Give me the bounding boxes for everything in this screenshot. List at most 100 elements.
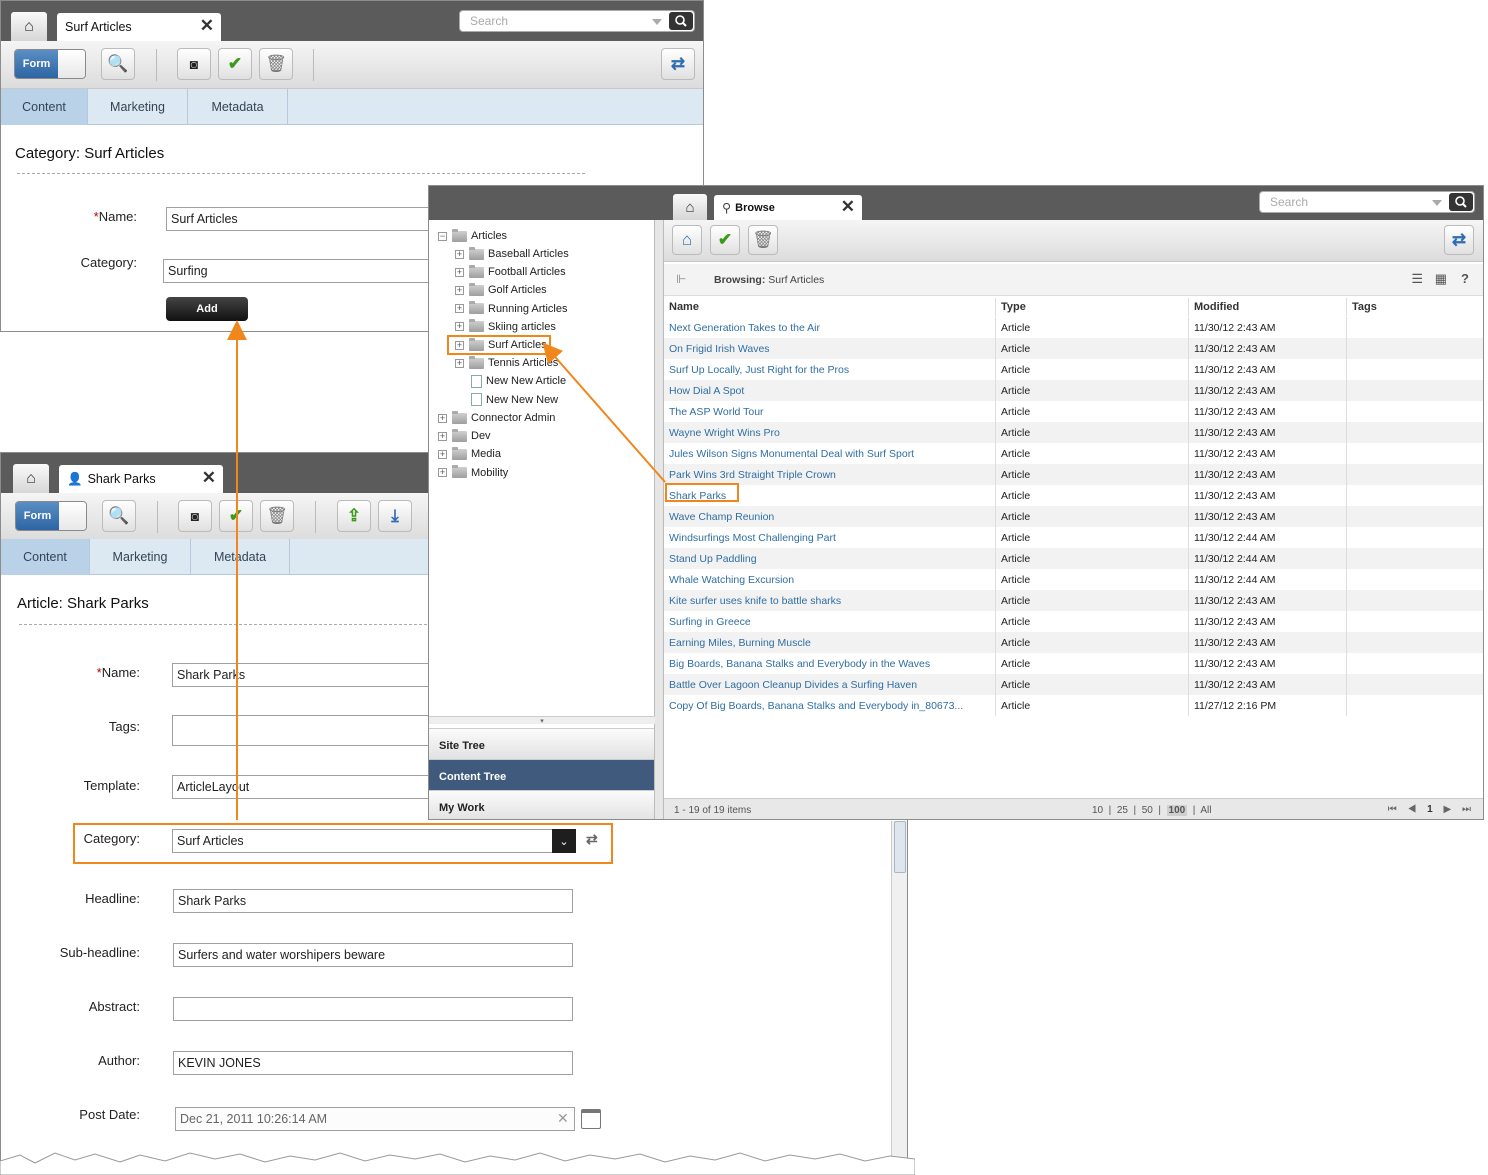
pagesize-50[interactable]: 50 bbox=[1142, 805, 1153, 816]
calendar-icon[interactable] bbox=[581, 1109, 601, 1129]
table-row[interactable]: Jules Wilson Signs Monumental Deal with … bbox=[664, 443, 1483, 464]
first-page-icon[interactable]: ⏮ bbox=[1388, 804, 1401, 815]
tree-item-root[interactable]: + Connector Admin bbox=[438, 410, 555, 426]
form-toggle[interactable]: Form bbox=[15, 501, 87, 531]
tab-marketing[interactable]: Marketing bbox=[88, 89, 188, 125]
collapse-toggle-icon[interactable]: − bbox=[438, 231, 447, 241]
splitter-handle[interactable]: ▾ bbox=[429, 716, 655, 725]
pagesize-all[interactable]: All bbox=[1200, 805, 1211, 816]
grid-view-icon[interactable]: ▦ bbox=[1435, 271, 1447, 287]
col-modified[interactable]: Modified bbox=[1189, 298, 1347, 316]
table-row[interactable]: Battle Over Lagoon Cleanup Divides a Sur… bbox=[664, 674, 1483, 695]
table-row[interactable]: Park Wins 3rd Straight Triple Crown Artic… bbox=[664, 464, 1483, 485]
add-button[interactable]: Add bbox=[166, 297, 248, 321]
cell-name[interactable]: Copy Of Big Boards, Banana Stalks and Ev… bbox=[664, 695, 996, 716]
tab-metadata[interactable]: Metadata bbox=[188, 89, 288, 125]
help-icon[interactable]: ? bbox=[1461, 271, 1469, 286]
search-icon[interactable] bbox=[1449, 193, 1473, 211]
cell-name[interactable]: The ASP World Tour bbox=[664, 401, 996, 422]
sync-icon[interactable]: ⇄ bbox=[586, 831, 598, 848]
close-icon[interactable]: ✕ bbox=[202, 469, 216, 486]
category-select[interactable]: Surf Articles bbox=[172, 829, 553, 853]
cell-name[interactable]: Earning Miles, Burning Muscle bbox=[664, 632, 996, 653]
name-field[interactable]: Shark Parks bbox=[172, 663, 432, 687]
cell-name[interactable]: Big Boards, Banana Stalks and Everybody … bbox=[664, 653, 996, 674]
table-row[interactable]: Next Generation Takes to the Air Article 1… bbox=[664, 317, 1483, 338]
publish-button[interactable]: ⇪ bbox=[337, 500, 371, 532]
last-page-icon[interactable]: ⏭ bbox=[1462, 804, 1475, 815]
find-button[interactable]: ◙ bbox=[178, 500, 212, 532]
home-button[interactable]: ⌂ bbox=[673, 194, 707, 220]
pagesize-100[interactable]: 100 bbox=[1166, 805, 1188, 816]
form-toggle[interactable]: Form bbox=[14, 49, 86, 79]
scrollbar-thumb[interactable] bbox=[894, 821, 906, 873]
cell-name[interactable]: Battle Over Lagoon Cleanup Divides a Sur… bbox=[664, 674, 996, 695]
expand-toggle-icon[interactable]: + bbox=[438, 468, 447, 478]
tree-item-child[interactable]: New New New bbox=[471, 392, 558, 408]
table-row[interactable]: Kite surfer uses knife to battle sharks A… bbox=[664, 590, 1483, 611]
cell-name[interactable]: Wave Champ Reunion bbox=[664, 506, 996, 527]
table-row[interactable]: Shark Parks Article 11/30/12 2:43 AM bbox=[664, 485, 1483, 506]
expand-toggle-icon[interactable]: + bbox=[455, 249, 464, 259]
cell-name[interactable]: Park Wins 3rd Straight Triple Crown bbox=[664, 464, 996, 485]
tree-item-child[interactable]: + Football Articles bbox=[455, 264, 566, 280]
cell-name[interactable]: Windsurfings Most Challenging Part bbox=[664, 527, 996, 548]
tab-surf-articles[interactable]: Surf Articles ✕ bbox=[57, 13, 221, 41]
delete-button[interactable]: 🗑 bbox=[748, 225, 778, 255]
table-row[interactable]: Stand Up Paddling Article 11/30/12 2:44 AM bbox=[664, 548, 1483, 569]
table-row[interactable]: Big Boards, Banana Stalks and Everybody … bbox=[664, 653, 1483, 674]
tree-item-child[interactable]: New New Article bbox=[471, 373, 566, 389]
table-row[interactable]: Wayne Wright Wins Pro Article 11/30/12 2:4… bbox=[664, 422, 1483, 443]
table-row[interactable]: Earning Miles, Burning Muscle Article 11/3… bbox=[664, 632, 1483, 653]
name-field[interactable]: Surf Articles bbox=[166, 207, 466, 231]
delete-button[interactable]: 🗑 bbox=[260, 500, 294, 532]
category-field[interactable]: Surfing bbox=[163, 259, 463, 283]
approve-button[interactable]: ✔ bbox=[218, 48, 252, 80]
scrollbar[interactable] bbox=[891, 821, 907, 1175]
table-row[interactable]: Surf Up Locally, Just Right for the Pros… bbox=[664, 359, 1483, 380]
home-button[interactable]: ⌂ bbox=[13, 464, 49, 493]
col-name[interactable]: Name bbox=[664, 298, 996, 316]
category-dropdown-button[interactable]: ⌄ bbox=[552, 829, 576, 853]
chevron-down-icon[interactable] bbox=[652, 19, 662, 25]
prev-page-icon[interactable]: ◀ bbox=[1407, 804, 1420, 815]
preview-button[interactable]: 🔍 bbox=[101, 48, 135, 80]
nav-content-tree[interactable]: Content Tree bbox=[429, 759, 654, 790]
tab-content[interactable]: Content bbox=[1, 89, 88, 125]
tree-item-child[interactable]: + Tennis Articles bbox=[455, 355, 558, 371]
subheadline-field[interactable]: Surfers and water worshipers beware bbox=[173, 943, 573, 967]
cell-name[interactable]: Kite surfer uses knife to battle sharks bbox=[664, 590, 996, 611]
table-row[interactable]: Windsurfings Most Challenging Part Articl… bbox=[664, 527, 1483, 548]
chevron-down-icon[interactable] bbox=[1432, 200, 1442, 206]
expand-toggle-icon[interactable]: + bbox=[455, 322, 464, 332]
nav-site-tree[interactable]: Site Tree bbox=[429, 728, 654, 759]
tree-item-child[interactable]: + Running Articles bbox=[455, 301, 568, 317]
cell-name[interactable]: Surfing in Greece bbox=[664, 611, 996, 632]
download-button[interactable]: ⤓ bbox=[378, 500, 412, 532]
sync-button[interactable]: ⇄ bbox=[661, 48, 695, 80]
pagesize-10[interactable]: 10 bbox=[1092, 805, 1103, 816]
expand-toggle-icon[interactable]: + bbox=[455, 285, 464, 295]
expand-toggle-icon[interactable]: + bbox=[438, 431, 447, 441]
tree-item-child[interactable]: + Golf Articles bbox=[455, 282, 547, 298]
col-tags[interactable]: Tags bbox=[1347, 298, 1483, 316]
close-icon[interactable]: ✕ bbox=[841, 198, 855, 215]
table-row[interactable]: Whale Watching Excursion Article 11/30/12 … bbox=[664, 569, 1483, 590]
abstract-field[interactable] bbox=[173, 997, 573, 1021]
expand-toggle-icon[interactable]: + bbox=[455, 304, 464, 314]
table-row[interactable]: Surfing in Greece Article 11/30/12 2:43 AM bbox=[664, 611, 1483, 632]
new-item-button[interactable]: ⌂ bbox=[672, 225, 702, 255]
author-field[interactable]: KEVIN JONES bbox=[173, 1051, 573, 1075]
postdate-field[interactable]: Dec 21, 2011 10:26:14 AM bbox=[175, 1107, 575, 1131]
table-row[interactable]: Copy Of Big Boards, Banana Stalks and Ev… bbox=[664, 695, 1483, 716]
cell-name[interactable]: On Frigid Irish Waves bbox=[664, 338, 996, 359]
search-icon[interactable] bbox=[669, 12, 693, 30]
pagesize-25[interactable]: 25 bbox=[1117, 805, 1128, 816]
tab-browse[interactable]: ⚲ Browse ✕ bbox=[714, 195, 862, 220]
col-type[interactable]: Type bbox=[996, 298, 1189, 316]
approve-button[interactable]: ✔ bbox=[219, 500, 253, 532]
expand-toggle-icon[interactable]: + bbox=[455, 358, 464, 368]
expand-toggle-icon[interactable]: + bbox=[455, 267, 464, 277]
cell-name[interactable]: Surf Up Locally, Just Right for the Pros bbox=[664, 359, 996, 380]
cell-name[interactable]: Whale Watching Excursion bbox=[664, 569, 996, 590]
